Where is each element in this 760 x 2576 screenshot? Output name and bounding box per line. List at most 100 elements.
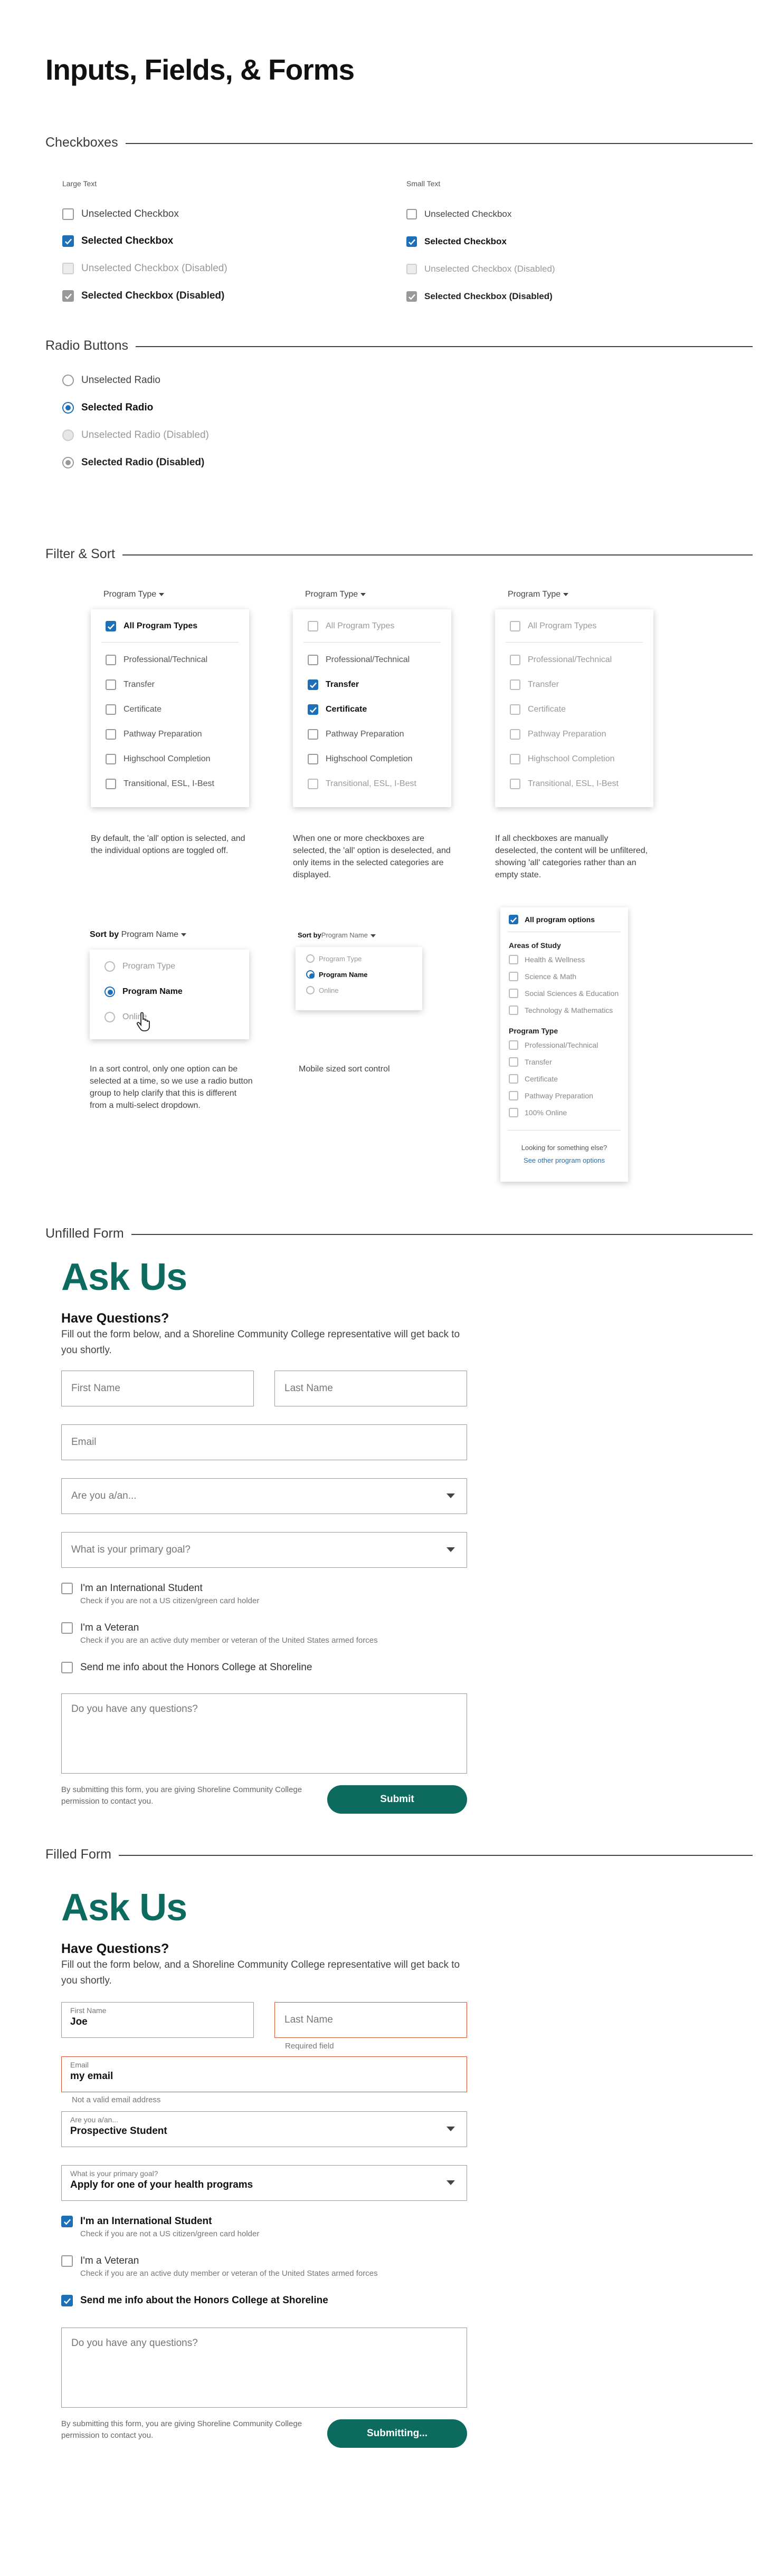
check-icon	[62, 235, 74, 247]
ptype-option[interactable]: 100% Online	[509, 1108, 567, 1117]
option-item[interactable]: Professional/Technical	[106, 655, 207, 665]
honors-checkbox-filled[interactable]: Send me info about the Honors College at…	[61, 2295, 328, 2306]
section-filter-sort: Filter & Sort	[45, 546, 753, 562]
option-item[interactable]: Highschool Completion	[106, 754, 211, 764]
area-option[interactable]: Social Sciences & Education	[509, 989, 619, 998]
area-option[interactable]: Science & Math	[509, 972, 576, 981]
program-type-dropdown-1[interactable]: Program Type	[103, 590, 165, 599]
form-heading: Ask Us	[61, 1886, 187, 1929]
option-item[interactable]: Transfer	[510, 679, 559, 690]
veteran-help: Check if you are an active duty member o…	[80, 2269, 378, 2278]
check-icon	[106, 621, 116, 631]
option-item[interactable]: Pathway Preparation	[308, 729, 404, 740]
submitting-button[interactable]: Submitting...	[327, 2419, 467, 2448]
caret-down-icon	[446, 2127, 455, 2131]
veteran-checkbox-filled[interactable]: I'm a Veteran	[61, 2255, 139, 2267]
form-intro: Fill out the form below, and a Shoreline…	[61, 1959, 460, 1986]
looking-text: Looking for something else?	[521, 1144, 607, 1152]
radio-unselected[interactable]: Unselected Radio	[62, 375, 160, 386]
first-name-input[interactable]: First Name	[61, 1371, 254, 1406]
sort-panel: Program Type Program Name Online	[90, 950, 249, 1039]
checkbox-unselected-small[interactable]: Unselected Checkbox	[406, 209, 511, 219]
email-error: Not a valid email address	[72, 2095, 161, 2104]
option-item[interactable]: Highschool Completion	[308, 754, 413, 764]
program-type-heading: Program Type	[509, 1027, 558, 1035]
ptype-option[interactable]: Pathway Preparation	[509, 1091, 593, 1100]
radio-selected[interactable]: Selected Radio	[62, 402, 153, 414]
check-icon	[62, 290, 74, 302]
first-name-input-filled[interactable]: First Name Joe	[61, 2002, 254, 2038]
sort-option[interactable]: Program Type	[104, 961, 175, 972]
option-item[interactable]: Professional/Technical	[308, 655, 410, 665]
caret-down-icon	[360, 592, 366, 596]
option-item[interactable]: Certificate	[308, 704, 367, 715]
questions-textarea-filled[interactable]: Do you have any questions?	[61, 2328, 467, 2408]
filter-desc-empty: If all checkboxes are manually deselecte…	[495, 834, 648, 879]
option-item[interactable]: Transitional, ESL, I-Best	[106, 779, 214, 789]
caret-down-icon	[446, 1547, 455, 1552]
option-item[interactable]: Highschool Completion	[510, 754, 615, 764]
last-name-input-error[interactable]: Last Name	[274, 2002, 467, 2038]
option-item[interactable]: Transfer	[106, 679, 155, 690]
are-you-select[interactable]: Are you a/an...	[61, 1478, 467, 1514]
goal-select-filled[interactable]: What is your primary goal? Apply for one …	[61, 2165, 467, 2201]
international-checkbox-filled[interactable]: I'm an International Student	[61, 2216, 212, 2227]
sort-option[interactable]: Online	[306, 986, 339, 994]
email-input-error[interactable]: Email my email	[61, 2056, 467, 2092]
option-item[interactable]: Professional/Technical	[510, 655, 612, 665]
ptype-option[interactable]: Transfer	[509, 1057, 552, 1067]
program-type-dropdown-2[interactable]: Program Type	[305, 590, 366, 599]
option-item[interactable]: Pathway Preparation	[510, 729, 606, 740]
filter-panel-default: All Program Types Professional/Technical…	[91, 609, 249, 807]
sort-dropdown[interactable]: Sort by Program Name	[90, 930, 187, 940]
area-option[interactable]: Health & Wellness	[509, 955, 585, 964]
checkbox-selected-large[interactable]: Selected Checkbox	[62, 235, 173, 247]
ptype-option[interactable]: Certificate	[509, 1074, 558, 1084]
option-item[interactable]: Transitional, ESL, I-Best	[510, 779, 619, 789]
caret-down-icon	[370, 934, 376, 937]
are-you-select-filled[interactable]: Are you a/an... Prospective Student	[61, 2111, 467, 2147]
sort-option[interactable]: Program Type	[306, 954, 362, 963]
hand-cursor-icon	[136, 1012, 150, 1031]
areas-heading: Areas of Study	[509, 941, 561, 950]
veteran-checkbox[interactable]: I'm a Veteran	[61, 1622, 139, 1634]
last-name-input[interactable]: Last Name	[274, 1371, 467, 1406]
section-filled-form: Filled Form	[45, 1846, 753, 1862]
option-item[interactable]: Transitional, ESL, I-Best	[308, 779, 416, 789]
option-item[interactable]: Certificate	[106, 704, 162, 715]
option-item[interactable]: Pathway Preparation	[106, 729, 202, 740]
option-all[interactable]: All Program Types	[510, 621, 596, 631]
option-all-programs[interactable]: All program options	[509, 915, 595, 924]
option-item[interactable]: Certificate	[510, 704, 566, 715]
option-all[interactable]: All Program Types	[308, 621, 394, 631]
check-icon	[308, 679, 318, 690]
radio-unselected-disabled: Unselected Radio (Disabled)	[62, 429, 209, 441]
caret-down-icon	[181, 933, 187, 936]
checkbox-unselected-disabled-small: Unselected Checkbox (Disabled)	[406, 264, 555, 274]
goal-select[interactable]: What is your primary goal?	[61, 1532, 467, 1568]
caret-down-icon	[159, 592, 165, 596]
checkbox-unselected-large[interactable]: Unselected Checkbox	[62, 208, 179, 220]
international-checkbox[interactable]: I'm an International Student	[61, 1583, 203, 1594]
caret-down-icon	[563, 592, 569, 596]
email-input[interactable]: Email	[61, 1424, 467, 1460]
filter-panel-empty: All Program Types Professional/Technical…	[495, 609, 653, 807]
option-item[interactable]: Transfer	[308, 679, 359, 690]
last-name-error: Required field	[285, 2042, 334, 2051]
small-text-label: Small Text	[406, 179, 441, 188]
program-type-dropdown-3[interactable]: Program Type	[508, 590, 569, 599]
sort-option-selected[interactable]: Program Name	[306, 970, 367, 979]
ptype-option[interactable]: Professional/Technical	[509, 1040, 598, 1050]
questions-textarea[interactable]: Do you have any questions?	[61, 1693, 467, 1774]
option-all[interactable]: All Program Types	[106, 621, 197, 631]
filter-desc-selected: When one or more checkboxes are selected…	[293, 834, 451, 879]
honors-checkbox[interactable]: Send me info about the Honors College at…	[61, 1662, 312, 1673]
submit-button[interactable]: Submit	[327, 1785, 467, 1814]
sort-option-selected[interactable]: Program Name	[104, 987, 183, 997]
section-checkboxes: Checkboxes	[45, 135, 753, 150]
checkbox-selected-small[interactable]: Selected Checkbox	[406, 236, 507, 247]
sort-dropdown-mobile[interactable]: Sort byProgram Name	[298, 931, 376, 939]
radio-selected-disabled: Selected Radio (Disabled)	[62, 457, 204, 468]
see-other-link[interactable]: See other program options	[500, 1156, 628, 1164]
area-option[interactable]: Technology & Mathematics	[509, 1005, 613, 1015]
